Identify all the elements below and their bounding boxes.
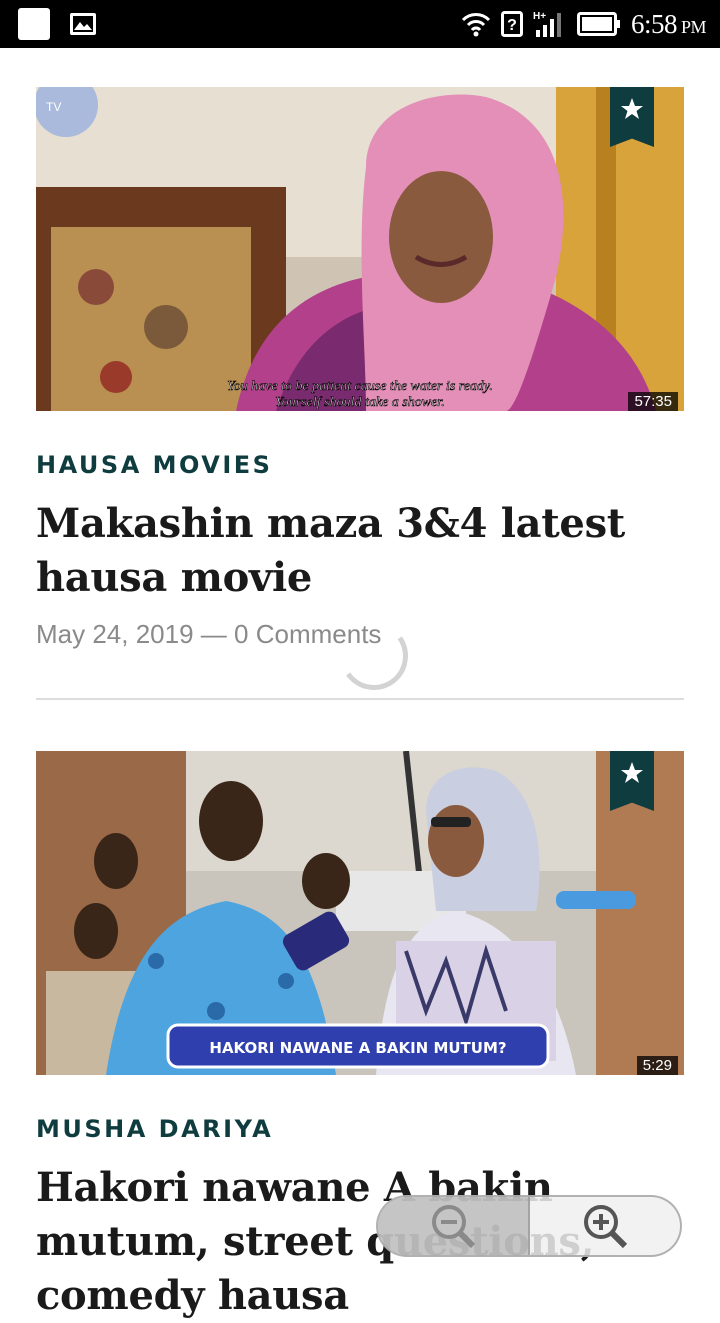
- subtitle-line-2: Yourself should take a shower.: [275, 395, 444, 410]
- network-type-label: H+: [533, 11, 546, 22]
- zoom-out-button[interactable]: [378, 1197, 530, 1255]
- featured-bookmark[interactable]: [610, 751, 654, 811]
- zoom-in-button[interactable]: [530, 1197, 680, 1255]
- svg-text:TV: TV: [46, 100, 61, 114]
- battery-icon: [576, 12, 620, 36]
- article-thumbnail[interactable]: HAKORI NAWANE A BAKIN MUTUM? 5:29: [36, 751, 684, 1075]
- video-duration: 5:29: [636, 1056, 678, 1075]
- star-icon: [621, 762, 643, 783]
- svg-text:?: ?: [507, 17, 517, 34]
- zoom-in-icon: [584, 1205, 628, 1249]
- article-card: TV You have to be patient cause the wate…: [36, 87, 684, 650]
- zoom-out-icon: [432, 1205, 476, 1249]
- article-title[interactable]: Makashin maza 3&4 latest hausa movie: [36, 497, 684, 605]
- thumbnail-image: TV You have to be patient cause the wate…: [36, 87, 684, 411]
- article-title-continued: comedy hausa: [36, 1272, 349, 1319]
- signal-icon: H+: [533, 11, 561, 37]
- star-icon: [621, 98, 643, 119]
- video-banner: HAKORI NAWANE A BAKIN MUTUM?: [209, 1039, 506, 1057]
- thumbnail-image: HAKORI NAWANE A BAKIN MUTUM?: [36, 751, 684, 1075]
- meta-separator: —: [200, 619, 227, 649]
- article-thumbnail[interactable]: TV You have to be patient cause the wate…: [36, 87, 684, 411]
- post-date[interactable]: May 24, 2019: [36, 619, 194, 649]
- status-bar: ? H+ 6:58 PM: [0, 0, 720, 48]
- image-notification-icon: [70, 13, 96, 35]
- article-divider: [36, 698, 684, 700]
- wifi-icon: [461, 13, 491, 37]
- question-sim-icon: ?: [500, 11, 523, 37]
- category-link[interactable]: MUSHA DARIYA: [36, 1115, 684, 1143]
- subtitle-line-1: You have to be patient cause the water i…: [227, 379, 493, 394]
- video-duration: 57:35: [628, 392, 678, 411]
- clock: 6:58 PM: [630, 8, 707, 39]
- featured-bookmark[interactable]: [610, 87, 654, 147]
- notification-app-icon: [18, 8, 50, 40]
- zoom-control: [376, 1195, 682, 1257]
- category-link[interactable]: HAUSA MOVIES: [36, 451, 684, 479]
